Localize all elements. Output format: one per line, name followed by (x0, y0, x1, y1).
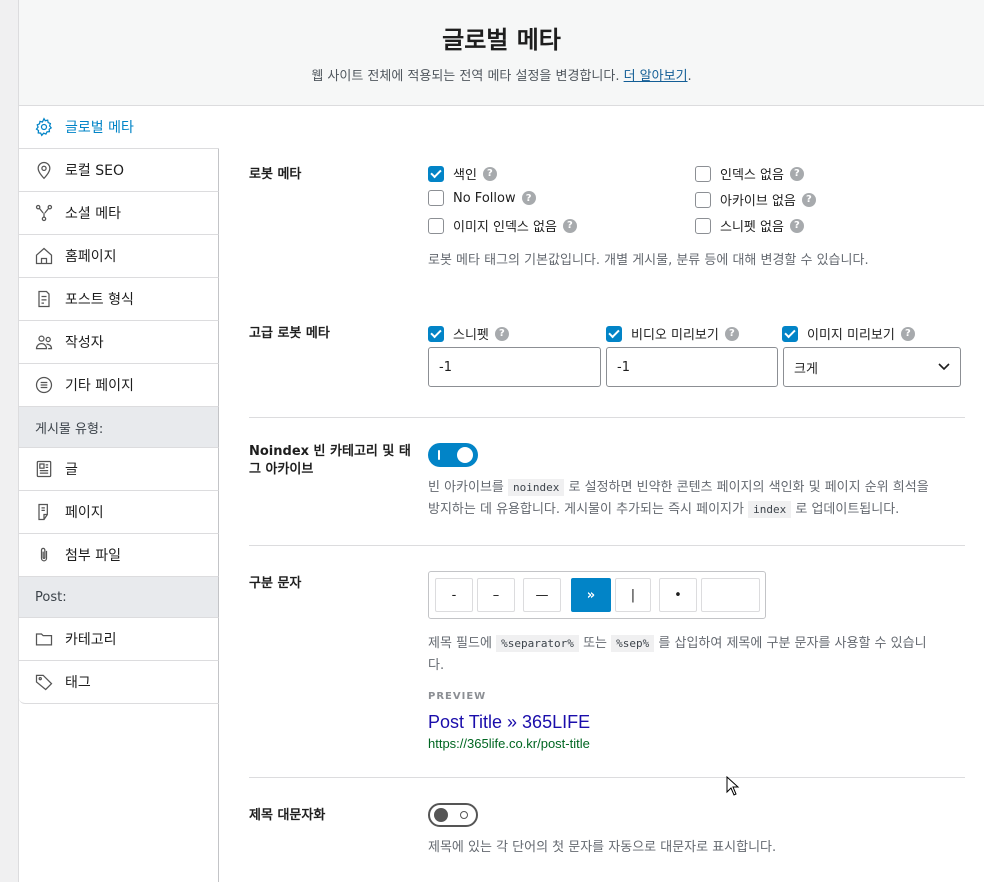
tag-icon (33, 671, 55, 693)
separator-description: 제목 필드에 %separator% 또는 %sep% 를 삽입하여 제목에 구… (428, 635, 927, 673)
robots-index-checkbox[interactable]: 색인? (428, 164, 497, 183)
sidebar-item-global-meta[interactable]: 글로벌 메타 (19, 106, 219, 149)
sidebar-item-authors[interactable]: 작성자 (19, 321, 219, 364)
sidebar-item-post-format[interactable]: 포스트 형식 (19, 278, 219, 321)
noindex-empty-description: 빈 아카이브를 noindex 로 설정하면 빈약한 콘텐츠 페이지의 색인화 … (428, 479, 929, 518)
separator-option-bullet[interactable]: • (659, 578, 697, 612)
separator-option-pipe[interactable]: | (615, 578, 651, 612)
list-circle-icon (33, 374, 55, 396)
help-icon[interactable]: ? (801, 192, 816, 207)
help-icon[interactable]: ? (482, 166, 497, 181)
users-icon (33, 331, 55, 353)
separator-custom-input[interactable] (701, 578, 760, 612)
sidebar-item-category[interactable]: 카테고리 (19, 618, 219, 661)
advanced-robots-label: 고급 로봇 메타 (249, 326, 330, 341)
robots-meta-label: 로봇 메타 (249, 167, 302, 182)
learn-more-link[interactable]: 더 알아보기 (624, 69, 688, 84)
robots-noindex-checkbox[interactable]: 인덱스 없음? (695, 164, 804, 183)
sidebar-item-attachment[interactable]: 첨부 파일 (19, 534, 219, 577)
help-icon[interactable]: ? (724, 326, 739, 341)
checkbox-unchecked[interactable] (695, 217, 711, 234)
separator-option-raquo[interactable]: » (571, 578, 611, 612)
video-preview-input[interactable]: -1 (606, 347, 778, 387)
toggle-knob (457, 447, 473, 463)
preview-title: Post Title » 365LIFE (428, 712, 591, 732)
content-divider (218, 704, 219, 882)
preview-url: https://365life.co.kr/post-title (428, 736, 590, 751)
separator-option-hyphen[interactable]: - (435, 578, 473, 612)
sidebar-item-post[interactable]: 글 (19, 448, 219, 491)
checkbox-unchecked[interactable] (695, 191, 711, 208)
page-icon (33, 501, 55, 523)
help-icon[interactable]: ? (900, 326, 915, 341)
robots-nofollow-checkbox[interactable]: No Follow? (428, 190, 536, 206)
checkbox-checked[interactable] (428, 165, 444, 182)
paperclip-icon (33, 544, 55, 566)
sidebar-item-local-seo[interactable]: 로컬 SEO (19, 149, 219, 192)
page-subtitle: 웹 사이트 전체에 적용되는 전역 메타 설정을 변경합니다. 더 알아보기. (311, 69, 692, 84)
capitalize-toggle[interactable] (428, 803, 478, 827)
separator-option-en-dash[interactable]: – (477, 578, 515, 612)
capitalize-label: 제목 대문자화 (249, 808, 326, 823)
page-title: 글로벌 메타 (442, 26, 561, 54)
preview-label: PREVIEW (428, 691, 487, 702)
checkbox-unchecked[interactable] (695, 165, 711, 182)
checkbox-checked[interactable] (428, 325, 444, 342)
help-icon[interactable]: ? (789, 218, 804, 233)
divider (249, 777, 965, 778)
advanced-image-checkbox[interactable]: 이미지 미리보기? (782, 324, 915, 343)
folder-icon (33, 628, 55, 650)
home-icon (33, 245, 55, 267)
divider (249, 545, 965, 546)
sidebar-item-homepage[interactable]: 홈페이지 (19, 235, 219, 278)
location-pin-icon (33, 159, 55, 181)
checkbox-unchecked[interactable] (428, 190, 444, 206)
post-taxonomies-heading: Post: (19, 577, 219, 618)
sidebar-item-tag[interactable]: 태그 (19, 661, 219, 704)
help-icon[interactable]: ? (562, 218, 577, 233)
checkbox-unchecked[interactable] (428, 217, 444, 234)
robots-noarchive-checkbox[interactable]: 아카이브 없음? (695, 190, 816, 209)
separator-label: 구분 문자 (249, 576, 302, 591)
help-icon[interactable]: ? (494, 326, 509, 341)
robots-noimageindex-checkbox[interactable]: 이미지 인덱스 없음? (428, 216, 577, 235)
checkbox-checked[interactable] (782, 325, 798, 342)
post-types-heading: 게시물 유형: (19, 407, 219, 448)
help-icon[interactable]: ? (521, 191, 536, 205)
sidebar-item-social-meta[interactable]: 소셜 메타 (19, 192, 219, 235)
page-header: 글로벌 메타 웹 사이트 전체에 적용되는 전역 메타 설정을 변경합니다. 더… (19, 0, 984, 106)
image-preview-select[interactable]: 크게 (783, 347, 961, 387)
divider (249, 417, 965, 418)
noindex-empty-toggle[interactable] (428, 443, 478, 467)
sidebar-item-page[interactable]: 페이지 (19, 491, 219, 534)
gear-icon (33, 116, 55, 138)
advanced-video-checkbox[interactable]: 비디오 미리보기? (606, 324, 739, 343)
toggle-knob (434, 808, 448, 822)
robots-nosnippet-checkbox[interactable]: 스니펫 없음? (695, 216, 804, 235)
separator-picker: - – — » | • (428, 571, 766, 619)
separator-option-em-dash[interactable]: — (523, 578, 561, 612)
checkbox-checked[interactable] (606, 325, 622, 342)
chevron-down-icon (938, 363, 950, 371)
post-icon (33, 458, 55, 480)
help-icon[interactable]: ? (789, 166, 804, 181)
capitalize-description: 제목에 있는 각 단어의 첫 문자를 자동으로 대문자로 표시합니다. (428, 840, 777, 855)
snippet-length-input[interactable]: -1 (428, 347, 601, 387)
noindex-empty-label: Noindex 빈 카테고리 및 태그 아카이브 (249, 444, 411, 477)
post-format-icon (33, 288, 55, 310)
admin-left-edge (0, 0, 19, 882)
settings-sidebar: 글로벌 메타 로컬 SEO 소셜 메타 홈페이지 포스트 형식 작성자 기타 페… (19, 106, 219, 704)
sidebar-item-other-pages[interactable]: 기타 페이지 (19, 364, 219, 407)
mouse-cursor-icon (726, 776, 740, 796)
share-network-icon (33, 202, 55, 224)
advanced-snippet-checkbox[interactable]: 스니펫? (428, 324, 509, 343)
robots-meta-description: 로봇 메타 태그의 기본값입니다. 개별 게시물, 분류 등에 대해 변경할 수… (428, 253, 869, 268)
